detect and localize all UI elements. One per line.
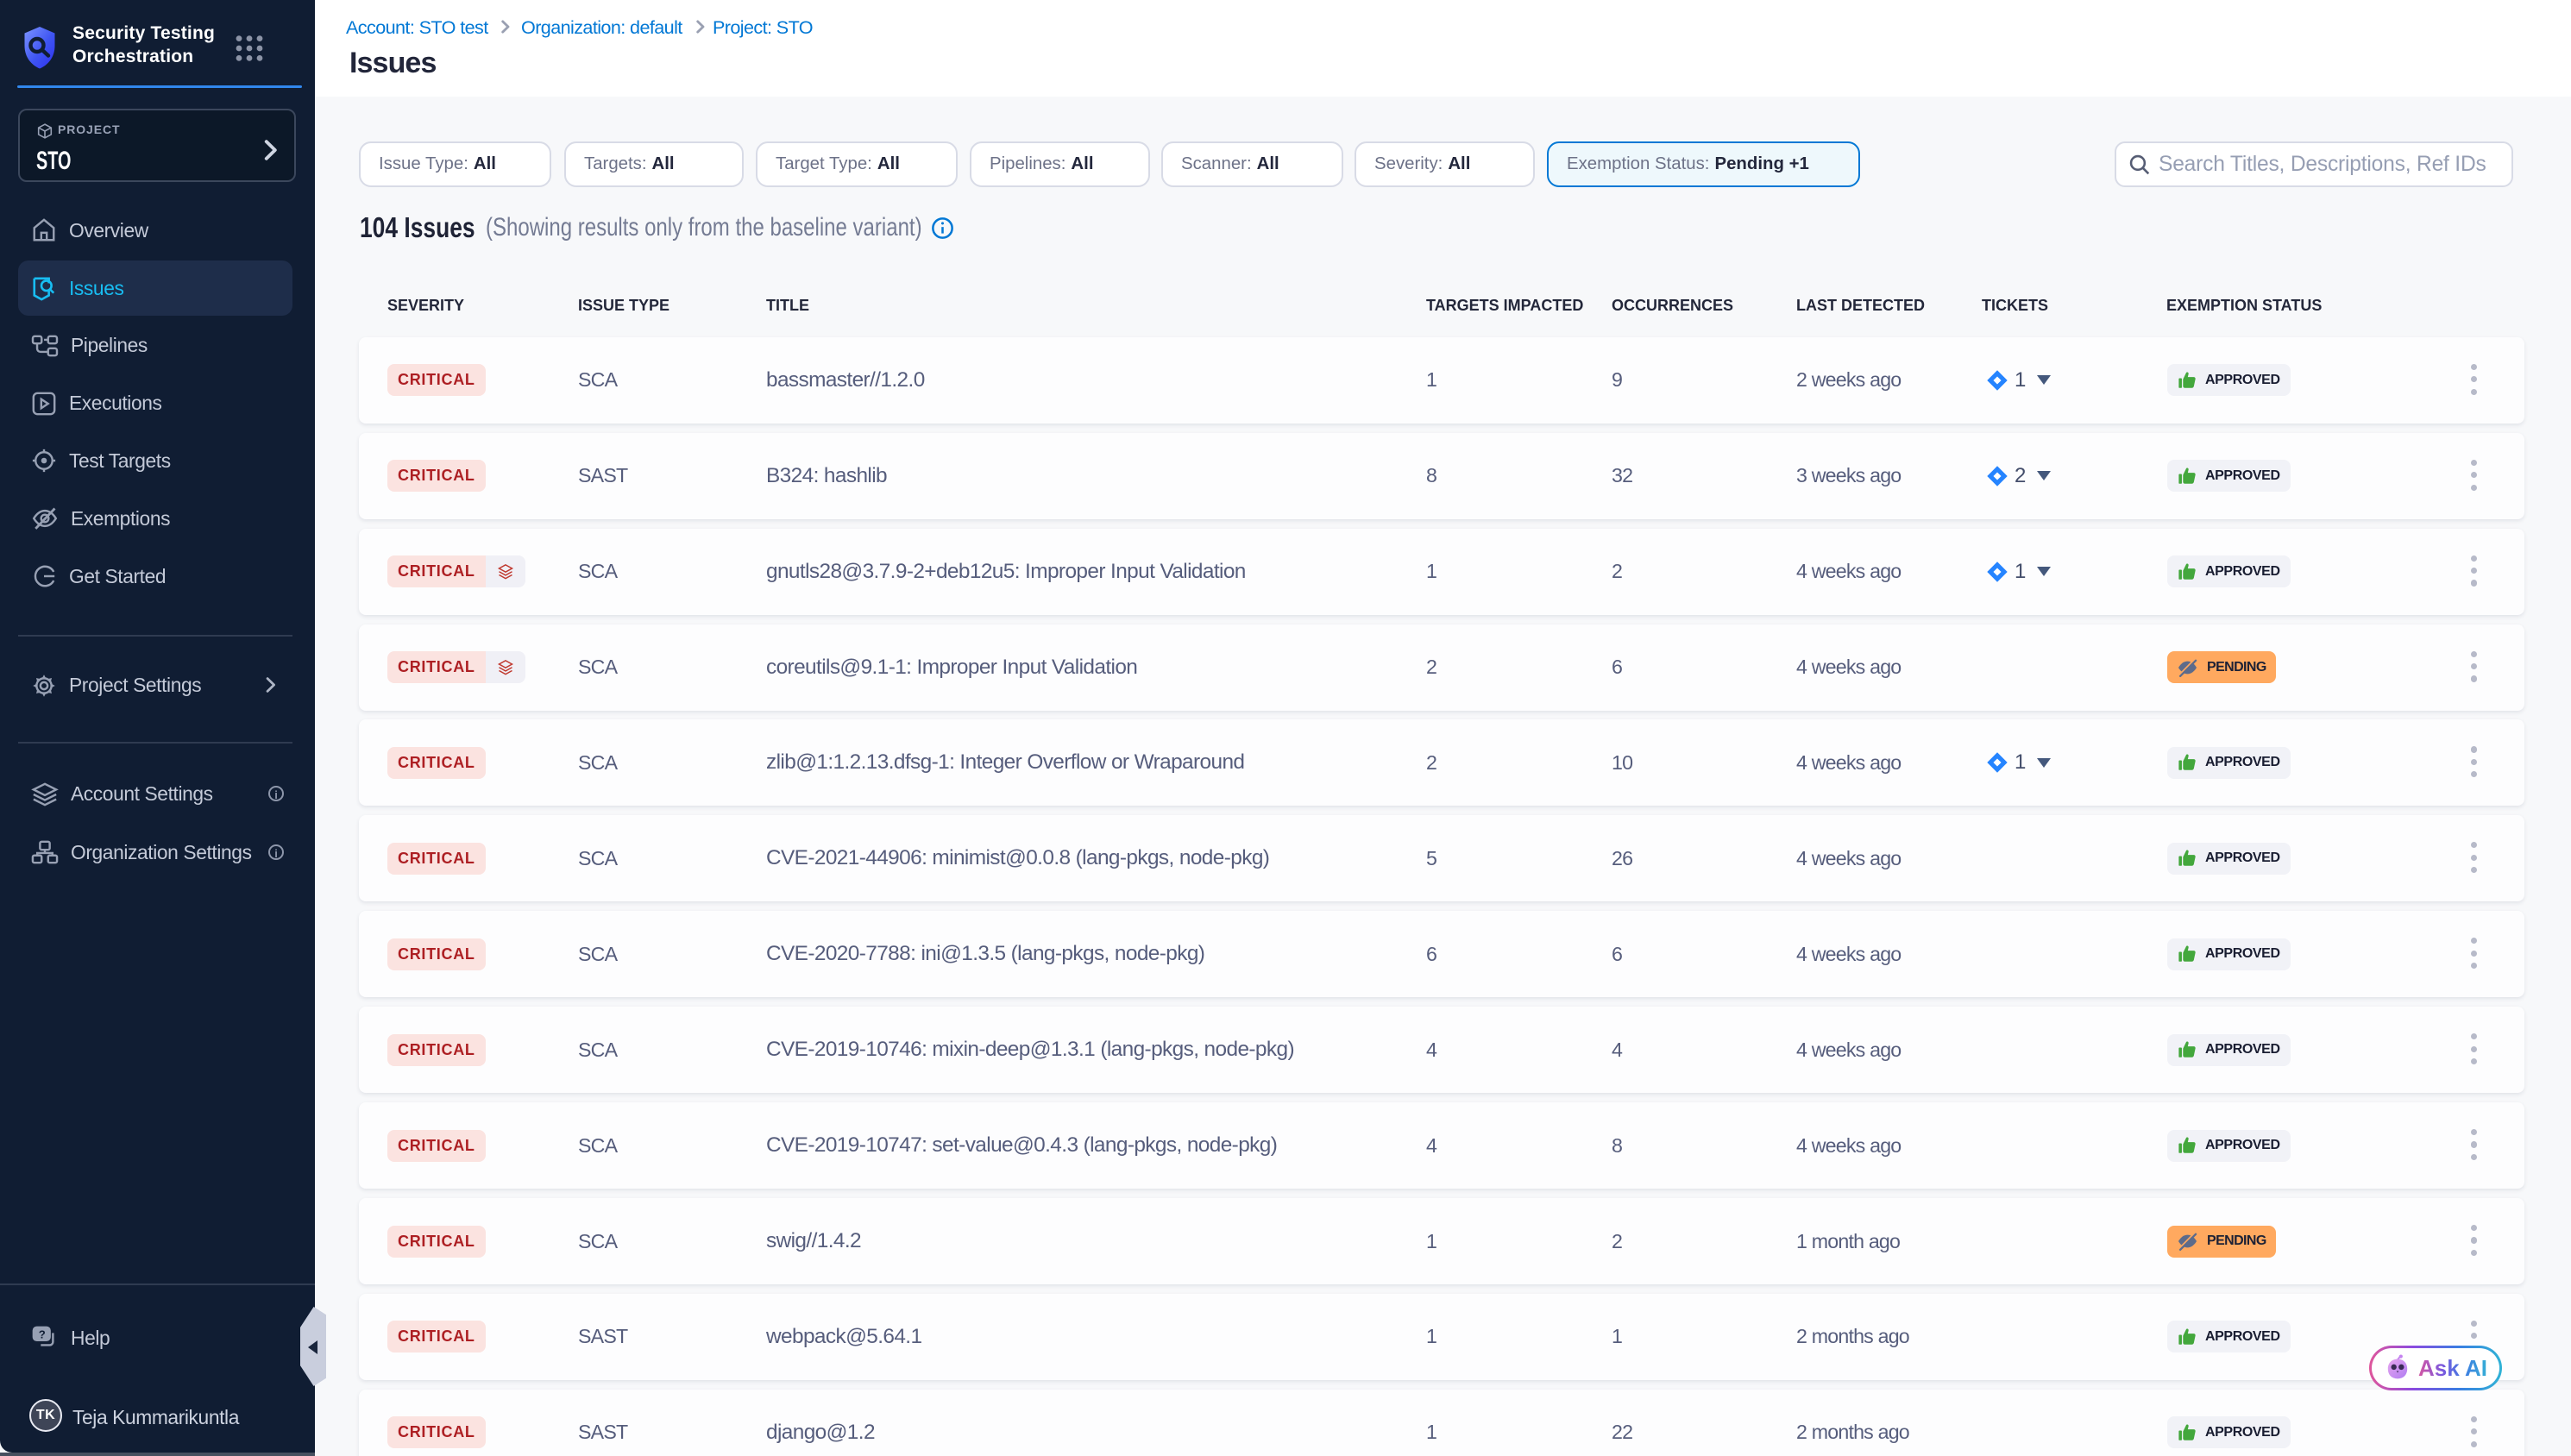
- svg-text:?: ?: [39, 1327, 46, 1340]
